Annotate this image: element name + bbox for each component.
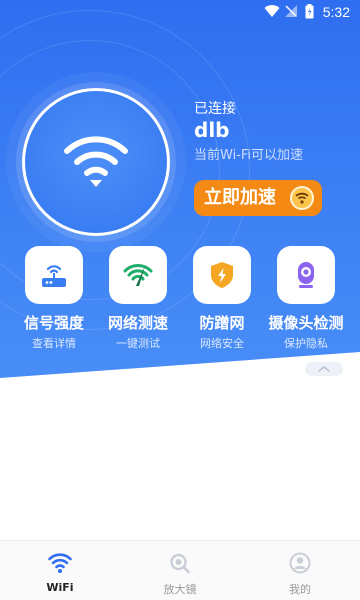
- network-name: dlb: [194, 118, 230, 142]
- profile-icon: [289, 552, 311, 574]
- magnifier-icon: [170, 553, 190, 574]
- shield-icon: [211, 262, 233, 288]
- nav-item-profile[interactable]: 我的: [260, 551, 340, 597]
- feature-tile: [109, 246, 167, 304]
- nav-item-magnifier[interactable]: 放大镜: [140, 551, 220, 597]
- feature-speed-test[interactable]: 网络测速 一键测试: [96, 246, 180, 351]
- bottom-nav: WiFi 放大镜 我的: [0, 540, 360, 600]
- wifi-status-circle[interactable]: [22, 88, 170, 236]
- boost-wifi-icon: [290, 186, 314, 210]
- cellular-off-icon: [284, 4, 298, 22]
- boost-button[interactable]: 立即加速: [194, 180, 322, 216]
- wifi-signal-icon: [264, 4, 280, 22]
- feature-anti-leech[interactable]: 防蹭网 网络安全: [180, 246, 264, 351]
- wifi-icon: [48, 553, 72, 573]
- feature-camera-detect[interactable]: 摄像头检测 保护隐私: [264, 246, 348, 351]
- nav-label: 我的: [289, 583, 311, 596]
- feature-title: 防蹭网: [199, 314, 245, 332]
- feature-subtitle: 一键测试: [116, 337, 160, 350]
- collapse-handle[interactable]: [305, 362, 343, 376]
- status-time: 5:32: [322, 4, 350, 20]
- hero-panel: 5:32 已连接 dlb 当前Wi-Fi可以加速 立即加速 信号强度 查看详情 …: [0, 0, 360, 378]
- router-icon: [42, 265, 66, 287]
- feature-title: 信号强度: [23, 314, 84, 332]
- connection-status-label: 已连接: [194, 101, 236, 117]
- feature-subtitle: 网络安全: [200, 337, 244, 350]
- nav-label: 放大镜: [163, 583, 197, 596]
- connection-hint: 当前Wi-Fi可以加速: [194, 148, 304, 163]
- nav-label: WiFi: [46, 581, 74, 594]
- feature-tile: [277, 246, 335, 304]
- chevron-up-icon: [318, 365, 330, 372]
- status-bar: 5:32: [0, 0, 360, 24]
- feature-subtitle: 保护隐私: [284, 337, 328, 350]
- feature-signal-strength[interactable]: 信号强度 查看详情: [12, 246, 96, 351]
- speed-test-icon: [123, 264, 153, 286]
- battery-icon: [305, 4, 314, 23]
- feature-tile: [193, 246, 251, 304]
- nav-item-wifi[interactable]: WiFi: [20, 551, 100, 594]
- feature-subtitle: 查看详情: [32, 337, 76, 350]
- feature-tile: [25, 246, 83, 304]
- feature-title: 摄像头检测: [268, 314, 344, 332]
- boost-button-label: 立即加速: [204, 187, 276, 208]
- camera-icon: [298, 262, 314, 288]
- feature-title: 网络测速: [107, 314, 168, 332]
- wifi-icon: [64, 136, 128, 187]
- feature-grid: 信号强度 查看详情 网络测速 一键测试 防蹭网 网络安全 摄像头检测 保护隐私: [0, 246, 360, 356]
